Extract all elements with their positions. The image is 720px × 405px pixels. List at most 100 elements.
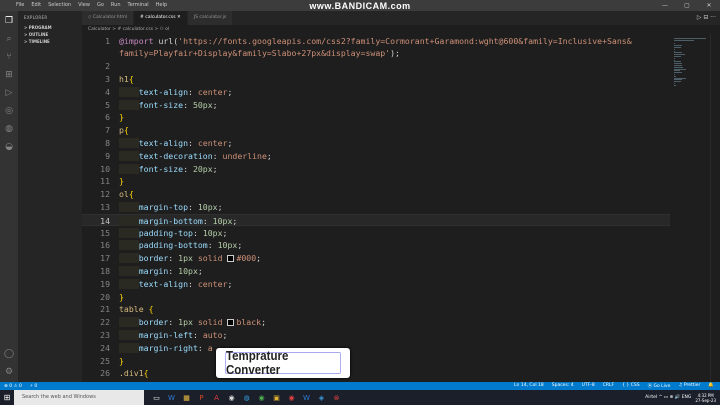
code-line[interactable]: 20} <box>82 291 670 304</box>
taskbar-app-icon[interactable]: ◈ <box>315 392 328 403</box>
taskbar-app-icon[interactable]: ⊗ <box>330 392 343 403</box>
code-token <box>119 86 139 97</box>
code-token: font-size <box>138 99 184 110</box>
code-token <box>119 150 139 161</box>
code-line[interactable]: 21 table { <box>82 303 670 316</box>
line-code: h1{ <box>119 73 134 86</box>
editor-tab[interactable]: ◇ Calculator.html <box>82 11 135 25</box>
status-item[interactable]: Spaces: 4 <box>552 383 574 389</box>
code-line[interactable]: 8 text-align: center; <box>82 137 670 150</box>
taskbar-app-icon[interactable]: W <box>165 392 178 403</box>
code-line[interactable]: 7 p{ <box>82 124 670 137</box>
menu-item-edit[interactable]: Edit <box>31 0 41 11</box>
status-item[interactable]: ⦿ Go Live <box>648 383 671 389</box>
line-code: margin-right: a <box>119 342 213 355</box>
sidebar-header: EXPLORER <box>24 15 48 20</box>
code-line[interactable]: 15 padding-top: 10px; <box>82 227 670 240</box>
taskbar-app-icon[interactable]: ◍ <box>240 392 253 403</box>
code-line[interactable]: 4 text-align: center; <box>82 86 670 99</box>
color-swatch-icon[interactable] <box>227 319 235 327</box>
extensions-icon[interactable]: ⊞ <box>3 69 15 81</box>
line-number: 22 <box>100 317 110 328</box>
status-item[interactable]: { } CSS <box>622 383 639 389</box>
run-debug-icon[interactable]: ▷ <box>3 87 15 99</box>
taskbar-app-icon[interactable]: ▦ <box>180 392 193 403</box>
editor-tab[interactable]: # calculator.css ✕ <box>134 11 188 25</box>
line-number: 1 <box>105 35 110 46</box>
status-item[interactable]: ♫ Prettier <box>678 383 700 389</box>
close-button[interactable]: ✕ <box>698 0 720 11</box>
taskbar-app-icon[interactable]: ◉ <box>285 392 298 403</box>
taskbar-app-icon[interactable]: ▣ <box>270 392 283 403</box>
maximize-button[interactable]: ▢ <box>676 0 698 11</box>
status-item[interactable]: 🔔 <box>708 383 714 389</box>
menu-item-go[interactable]: Go <box>97 0 104 11</box>
clock[interactable]: 4:32 PM 27-Sep-23 <box>695 393 716 403</box>
taskbar-app-icon[interactable]: ◉ <box>225 392 238 403</box>
code-line[interactable]: 19 text-align: center; <box>82 278 670 291</box>
sidebar-section[interactable]: > PROGRAM <box>18 24 82 31</box>
code-line[interactable]: 9 text-decoration: underline; <box>82 150 670 163</box>
code-line[interactable]: 22 border: 1px solid black; <box>82 316 670 329</box>
code-line[interactable]: 5 font-size: 50px; <box>82 99 670 112</box>
code-token: { <box>143 368 149 379</box>
editor-scrollbar[interactable] <box>710 34 720 382</box>
search-icon[interactable]: ⌕ <box>3 33 15 45</box>
menu-item-file[interactable]: File <box>16 0 24 11</box>
code-line[interactable]: 16 padding-bottom: 10px; <box>82 239 670 252</box>
status-item[interactable]: ⚡ 0 <box>30 384 37 389</box>
code-line[interactable]: 13 margin-top: 10px; <box>82 201 670 214</box>
code-token: : <box>192 329 203 340</box>
windows-start-icon[interactable]: ⊞ <box>0 390 14 405</box>
code-line[interactable]: 18 margin: 10px; <box>82 265 670 278</box>
status-item[interactable]: Ln 14, Col 18 <box>514 383 544 389</box>
taskbar-search-input[interactable]: Search the web and Windows <box>14 390 144 405</box>
code-line[interactable]: 6} <box>82 111 670 124</box>
code-line[interactable]: family=Playfair+Display&family=Slabo+27p… <box>82 47 670 60</box>
status-item[interactable]: CRLF <box>603 383 614 389</box>
code-line[interactable]: 23 margin-left: auto; <box>82 329 670 342</box>
menu-item-terminal[interactable]: Terminal <box>128 0 149 11</box>
breadcrumb[interactable]: Calculator > # calculator.css > ⚇ ol <box>82 25 169 34</box>
code-line[interactable]: 14 margin-bottom: 10px; <box>82 213 670 227</box>
color-swatch-icon[interactable] <box>227 255 235 263</box>
editor-tab[interactable]: JS calculator.js <box>187 11 234 25</box>
code-token: #000 <box>236 253 257 264</box>
code-line[interactable]: 26 .div1{ <box>82 367 670 380</box>
code-line[interactable]: 3 h1{ <box>82 73 670 86</box>
remote-icon[interactable]: ◎ <box>3 105 15 117</box>
code-line[interactable]: 1 @import url('https://fonts.googleapis.c… <box>82 35 670 48</box>
tray-icons[interactable]: Airtel ^ ▭ ⊕ 🔊 ENG <box>645 395 691 400</box>
source-control-icon[interactable]: ⑂ <box>3 51 15 63</box>
browser-icon[interactable]: ◍ <box>3 123 15 135</box>
code-line[interactable]: 17 border: 1px solid #000; <box>82 252 670 265</box>
status-item[interactable]: UTF-8 <box>582 383 595 389</box>
code-line[interactable]: 2 <box>82 60 670 73</box>
status-item[interactable]: ⊗ 0 ⚠ 0 <box>4 384 22 389</box>
minimap[interactable] <box>670 34 710 382</box>
minimize-button[interactable]: — <box>654 0 676 11</box>
menu-item-run[interactable]: Run <box>111 0 121 11</box>
taskbar-app-icon[interactable]: P <box>195 392 208 403</box>
menu-item-selection[interactable]: Selection <box>48 0 71 11</box>
explorer-icon[interactable]: ❐ <box>3 15 15 27</box>
menu-item-view[interactable]: View <box>78 0 90 11</box>
taskbar-app-icon[interactable]: W <box>300 392 313 403</box>
sidebar-section[interactable]: > TIMELINE <box>18 38 82 45</box>
code-line[interactable]: 12 ol{ <box>82 188 670 201</box>
code-line[interactable]: 25} <box>82 355 670 368</box>
docker-icon[interactable]: ◒ <box>3 141 15 153</box>
sidebar-section[interactable]: > OUTLINE <box>18 31 82 38</box>
taskbar-app-icon[interactable]: ◉ <box>255 392 268 403</box>
menu-item-help[interactable]: Help <box>156 0 167 11</box>
taskbar-app-icon[interactable]: ▭ <box>150 392 163 403</box>
code-line[interactable]: 11} <box>82 175 670 188</box>
code-line[interactable]: 24 margin-right: a <box>82 342 670 355</box>
code-editor[interactable]: 1 @import url('https://fonts.googleapis.c… <box>82 34 670 382</box>
gear-icon[interactable]: ⚙ <box>3 366 15 378</box>
code-line[interactable]: 10 font-size: 20px; <box>82 163 670 176</box>
explorer-sidebar: EXPLORER > PROGRAM > OUTLINE > TIMELINE <box>18 11 82 382</box>
account-icon[interactable]: ◯ <box>3 348 15 360</box>
taskbar-app-icon[interactable]: A <box>210 392 223 403</box>
editor-actions[interactable]: ▷ ⊟ ··· <box>697 11 716 25</box>
